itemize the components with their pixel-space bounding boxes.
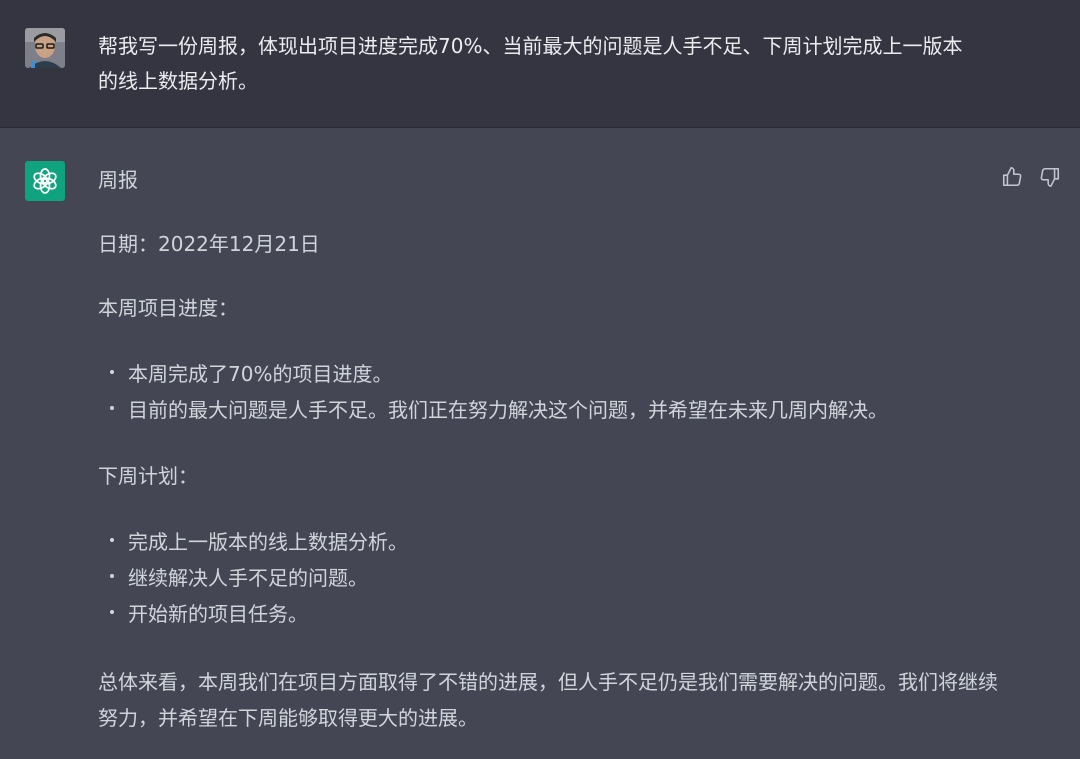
assistant-avatar	[25, 161, 65, 201]
report-title: 周报	[98, 168, 138, 192]
user-message-row: 帮我写一份周报，体现出项目进度完成70%、当前最大的问题是人手不足、下周计划完成…	[0, 0, 1080, 128]
list-item: 目前的最大问题是人手不足。我们正在努力解决这个问题，并希望在未来几周内解决。	[98, 392, 998, 428]
report-date: 日期：2022年12月21日	[98, 232, 320, 256]
report-summary: 总体来看，本周我们在项目方面取得了不错的进展，但人手不足仍是我们需要解决的问题。…	[98, 670, 998, 730]
thumbs-down-button[interactable]	[1038, 165, 1062, 189]
list-item: 完成上一版本的线上数据分析。	[98, 524, 998, 560]
plan-heading: 下周计划：	[98, 464, 198, 488]
openai-logo-icon	[33, 168, 57, 194]
progress-list: 本周完成了70%的项目进度。 目前的最大问题是人手不足。我们正在努力解决这个问题…	[98, 356, 998, 428]
list-item: 继续解决人手不足的问题。	[98, 560, 998, 596]
assistant-message-content: 周报 日期：2022年12月21日 本周项目进度： 本周完成了70%的项目进度。…	[98, 164, 998, 736]
plan-list: 完成上一版本的线上数据分析。 继续解决人手不足的问题。 开始新的项目任务。	[98, 524, 998, 632]
list-item: 本周完成了70%的项目进度。	[98, 356, 998, 392]
user-avatar	[25, 28, 65, 68]
thumbs-up-button[interactable]	[1000, 165, 1024, 189]
thumbs-down-icon	[1040, 167, 1060, 187]
assistant-message-row: 周报 日期：2022年12月21日 本周项目进度： 本周完成了70%的项目进度。…	[0, 128, 1080, 759]
user-message-text: 帮我写一份周报，体现出项目进度完成70%、当前最大的问题是人手不足、下周计划完成…	[98, 34, 963, 93]
progress-heading: 本周项目进度：	[98, 296, 238, 320]
user-avatar-photo	[25, 28, 65, 68]
thumbs-up-icon	[1002, 167, 1022, 187]
list-item: 开始新的项目任务。	[98, 596, 998, 632]
